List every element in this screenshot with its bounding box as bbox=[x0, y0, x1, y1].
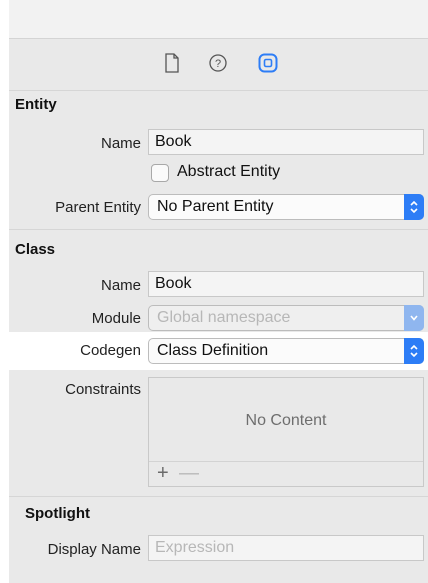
display-name-label: Display Name bbox=[47, 541, 141, 558]
chevron-down-icon bbox=[404, 305, 424, 331]
data-model-inspector-icon bbox=[257, 52, 279, 79]
separator bbox=[9, 229, 428, 230]
remove-constraint-button[interactable]: — bbox=[179, 463, 199, 483]
codegen-value: Class Definition bbox=[157, 342, 269, 359]
entity-name-field[interactable]: Book bbox=[148, 129, 424, 155]
constraints-empty-text: No Content bbox=[245, 412, 327, 429]
abstract-entity-label: Abstract Entity bbox=[177, 163, 281, 180]
inspector-tabs: ? bbox=[160, 50, 280, 80]
entity-name-label: Name bbox=[100, 135, 141, 152]
left-edge bbox=[0, 0, 9, 583]
separator bbox=[9, 90, 428, 91]
help-icon: ? bbox=[208, 53, 228, 78]
codegen-select[interactable]: Class Definition bbox=[148, 338, 424, 364]
constraints-footer: + — bbox=[149, 461, 423, 486]
separator bbox=[9, 496, 428, 497]
toolbar-band bbox=[0, 0, 428, 38]
module-label: Module bbox=[91, 310, 141, 327]
class-name-field[interactable]: Book bbox=[148, 271, 424, 297]
section-title-class: Class bbox=[15, 241, 56, 258]
panel-divider bbox=[9, 38, 428, 39]
parent-entity-value: No Parent Entity bbox=[157, 198, 274, 215]
parent-entity-label: Parent Entity bbox=[55, 199, 141, 216]
module-select: Global namespace bbox=[148, 305, 424, 331]
tab-file[interactable] bbox=[160, 50, 184, 80]
tab-help[interactable]: ? bbox=[206, 50, 230, 80]
codegen-label: Codegen bbox=[80, 342, 141, 359]
display-name-field[interactable]: Expression bbox=[148, 535, 424, 561]
file-icon bbox=[164, 52, 180, 78]
section-title-spotlight: Spotlight bbox=[25, 505, 90, 522]
module-placeholder: Global namespace bbox=[157, 309, 291, 326]
chevron-updown-icon bbox=[404, 194, 424, 220]
chevron-updown-icon bbox=[404, 338, 424, 364]
abstract-entity-checkbox[interactable] bbox=[151, 164, 169, 182]
tab-data-model-inspector[interactable] bbox=[256, 50, 280, 80]
parent-entity-select[interactable]: No Parent Entity bbox=[148, 194, 424, 220]
section-title-entity: Entity bbox=[15, 96, 57, 113]
constraints-list[interactable]: No Content + — bbox=[148, 377, 424, 487]
add-constraint-button[interactable]: + bbox=[157, 463, 169, 483]
svg-text:?: ? bbox=[215, 58, 221, 70]
constraints-label: Constraints bbox=[65, 381, 141, 398]
class-name-label: Name bbox=[100, 277, 141, 294]
